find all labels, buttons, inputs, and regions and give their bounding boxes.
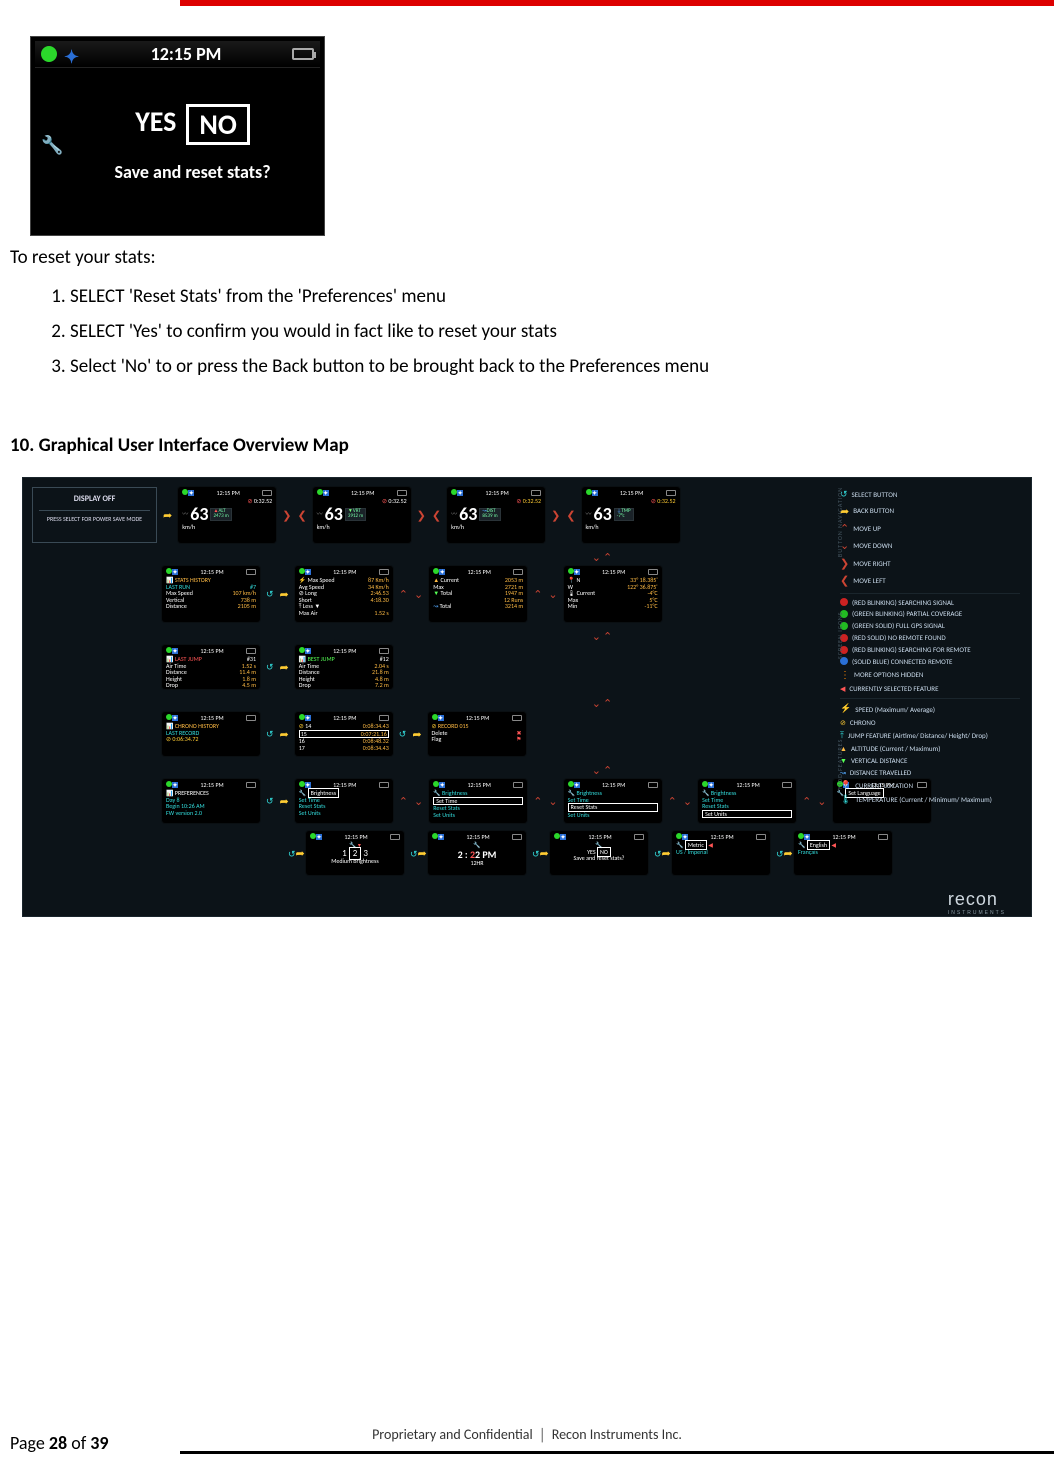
units-detail: ✦12:15 PM 🔧 Metric ◀ US / Imperial — [672, 831, 770, 875]
legend: BUTTON NAVIGATION ↺SELECT BUTTON ➦BACK B… — [840, 489, 1020, 809]
battery-icon — [292, 48, 314, 60]
plus-icon: ✦ — [64, 46, 80, 62]
back-arrow-icon: ➦ — [163, 509, 172, 522]
display-off-box: DISPLAY OFF PRESS SELECT FOR POWER SAVE … — [32, 487, 157, 543]
best-jump-tile: ✦12:15 PM 📊 BEST JUMP #12 Air Time 2.04 … — [295, 645, 393, 689]
recon-logo: recon INSTRUMENTS — [948, 889, 1006, 916]
intro-text: To reset your stats: — [10, 246, 1044, 269]
settings-list-1: ✦12:15 PM 🔧 Brightness Set Time Reset St… — [295, 779, 393, 823]
yes-option[interactable]: YES — [135, 104, 176, 145]
wrench-icon: 🔧 — [41, 134, 59, 152]
chrono-history-tile: ✦12:15 PM 📊 CHRONO HISTORY LAST RECORD ⊘… — [162, 712, 260, 756]
select-icon: ↺ — [266, 589, 274, 600]
gui-overview-map: DISPLAY OFF PRESS SELECT FOR POWER SAVE … — [22, 477, 1032, 917]
altitude-detail-tile: ✦12:15 PM ▲ Current 2053 m Max 2721 m ▼ … — [429, 566, 527, 622]
step-1: SELECT 'Reset Stats' from the 'Preferenc… — [70, 279, 1044, 314]
reset-confirm-detail: ✦12:15 PM 🔧 YES NO Save and reset stats? — [550, 831, 648, 875]
section-heading: 10. Graphical User Interface Overview Ma… — [10, 434, 1044, 457]
preferences-tile: ✦12:15 PM 📊 PREFERENCES Day 8 Begin 10:2… — [162, 779, 260, 823]
chevron-left-icon: ❮ — [297, 509, 306, 522]
dialog-time: 12:15 PM — [151, 43, 222, 65]
save-reset-dialog: ✦ 12:15 PM 🔧 YES NO Save and reset stats… — [30, 36, 325, 236]
gps-icon — [41, 46, 57, 62]
page-number: Page 28 of 39 — [10, 1432, 109, 1454]
chevron-right-icon: ❯ — [282, 509, 291, 522]
step-3: Select 'No' to or press the Back button … — [70, 349, 1044, 384]
dialog-prompt: Save and reset stats? — [114, 161, 270, 183]
stats-detail-tile: ✦12:15 PM ⚡ Max Speed 87 Km/h Avg Speed … — [295, 566, 393, 622]
back-icon: ➦ — [280, 588, 289, 601]
settings-list-3: ✦12:15 PM 🔧 Brightness Set Time Reset St… — [564, 779, 662, 823]
speed-tile-alt: ✦12:15 PM ⊘ 0:32.52 〰 63 ▲ALT2473 m km/h — [178, 487, 276, 543]
speed-tile-dist: ✦12:15 PM ⊘ 0:32.52 〰 63 ↝DIST8539 m km/… — [447, 487, 545, 543]
time-detail: ✦12:15 PM 🔧 2 : 22 PM 12HR — [428, 831, 526, 875]
speed-tile-vrt: ✦12:15 PM ⊘ 0:32.52 〰 63 ▼VRT3912 m km/h — [313, 487, 411, 543]
record-detail-tile: ✦12:15 PM ⊘ RECORD 015 Delete ✖ Flag ⚑ — [428, 712, 526, 756]
stats-history-tile: ✦12:15 PM 📊 STATS HISTORY LAST RUN #7 Ma… — [162, 566, 260, 622]
last-jump-tile: ✦12:15 PM 📊 LAST JUMP #31 Air Time 1.52 … — [162, 645, 260, 689]
speed-tile-tmp: ✦12:15 PM ⊘ 0:32.52 〰 63 ↓TMP-7°c km/h — [582, 487, 680, 543]
step-2: SELECT 'Yes' to confirm you would in fac… — [70, 314, 1044, 349]
no-option[interactable]: NO — [186, 104, 249, 145]
footer-text: Proprietary and Confidential│Recon Instr… — [0, 1426, 1054, 1443]
settings-list-4: ✦12:15 PM 🔧 Brightness Set Time Reset St… — [698, 779, 796, 823]
settings-list-2: ✦12:15 PM 🔧 Brightness Set Time Reset St… — [429, 779, 527, 823]
language-detail: ✦12:15 PM 🔧 English ◀ Français — [794, 831, 892, 875]
brightness-detail: ✦12:15 PM 🔧 ▾ 1 2 3 Medium Brightness — [306, 831, 404, 875]
chrono-list-tile: ✦12:15 PM ⊘ 14 0:08:34.43 15 0:07:21.16 … — [295, 712, 393, 756]
gps-temp-tile: ✦12:15 PM 📍 N 33° 18.385' W 122° 36.875'… — [564, 566, 662, 622]
steps-list: SELECT 'Reset Stats' from the 'Preferenc… — [70, 279, 1044, 384]
